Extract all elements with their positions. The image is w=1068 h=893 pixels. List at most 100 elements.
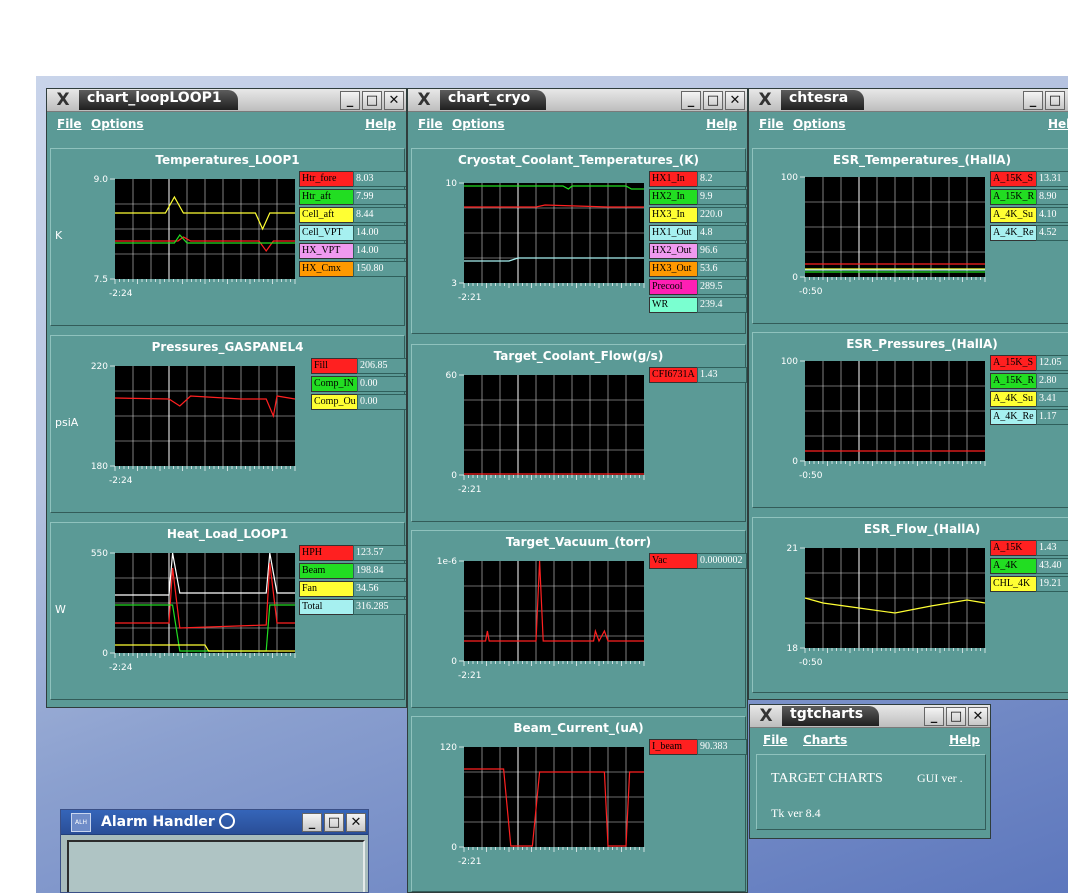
menu-help[interactable]: Help <box>949 733 980 747</box>
menu-file[interactable]: File <box>759 117 784 131</box>
title-bar[interactable]: X chtesra _ □ <box>749 89 1068 112</box>
minimize-button[interactable]: _ <box>924 707 944 726</box>
chart-plot: 60 0-2:21 <box>446 371 645 495</box>
legend-series-button[interactable]: I_beam <box>649 739 699 755</box>
legend-series-button[interactable]: Fill <box>311 358 359 374</box>
legend-series-button[interactable]: A_15K <box>990 540 1038 556</box>
title-bar[interactable]: X tgtcharts _ □ ✕ <box>750 705 990 728</box>
title-bar[interactable]: X chart_cryo _ □ ✕ <box>408 89 747 112</box>
legend-series-button[interactable]: WR <box>649 297 699 313</box>
info-panel: TARGET CHARTS GUI ver . Tk ver 8.4 <box>756 754 986 830</box>
y-tick-label-min: 18 <box>787 644 799 654</box>
window-menu-icon[interactable]: X <box>412 91 436 109</box>
legend-series-button[interactable]: Htr_fore <box>299 171 355 187</box>
menu-file[interactable]: File <box>763 733 788 747</box>
x-tick-label-start: -0:50 <box>799 287 823 297</box>
menu-options[interactable]: Options <box>91 117 144 131</box>
minimize-button[interactable]: _ <box>1023 91 1043 110</box>
legend-series-button[interactable]: Total <box>299 599 355 615</box>
y-tick-label-max: 120 <box>440 743 457 753</box>
legend-series-button[interactable]: CFI6731A <box>649 367 699 383</box>
legend-series-button[interactable]: HX2_In <box>649 189 699 205</box>
maximize-button[interactable]: □ <box>1045 91 1065 110</box>
menu-help[interactable]: Help <box>365 117 396 131</box>
legend-series-button[interactable]: A_4K_Su <box>990 207 1038 223</box>
menu-file[interactable]: File <box>57 117 82 131</box>
maximize-button[interactable]: □ <box>946 707 966 726</box>
legend-series-button[interactable]: HX_VPT <box>299 243 355 259</box>
legend-value: 53.6 <box>697 261 747 277</box>
legend-series-button[interactable]: Precool <box>649 279 699 295</box>
legend-value: 3.41 <box>1036 391 1068 407</box>
legend-series-button[interactable]: HX3_Out <box>649 261 699 277</box>
title-bar[interactable]: X chart_loopLOOP1 _ □ ✕ <box>47 89 406 112</box>
chart-plot: 10 3-2:21 <box>446 179 645 303</box>
legend-series-button[interactable]: Vac <box>649 553 699 569</box>
legend-series-button[interactable]: Comp_IN <box>311 376 359 392</box>
legend-series-button[interactable]: A_15K_S <box>990 355 1038 371</box>
minimize-button[interactable]: _ <box>681 91 701 110</box>
legend-value: 12.05 <box>1036 355 1068 371</box>
chart-panel-temperatures-loop1: Temperatures_LOOP1 K 9.0 7.5 -2:24 Htr_fore 8.… <box>50 148 406 326</box>
legend-series-button[interactable]: Comp_Ou <box>311 394 359 410</box>
window-menu-icon[interactable]: X <box>753 91 777 109</box>
legend-series-button[interactable]: HX1_Out <box>649 225 699 241</box>
chart-title: Beam_Current_(uA) <box>513 721 644 735</box>
legend-series-button[interactable]: Beam <box>299 563 355 579</box>
chart-title: ESR_Temperatures_(HallA) <box>832 153 1012 167</box>
legend-series-button[interactable]: HX3_In <box>649 207 699 223</box>
window-chtesra: X chtesra _ □ File Options Help ESR_Temp… <box>748 88 1068 700</box>
window-menu-icon[interactable]: X <box>51 91 75 109</box>
window-alarm-handler: ALH Alarm Handler _ □ ✕ <box>60 809 369 893</box>
minimize-button[interactable]: _ <box>302 813 322 832</box>
y-tick-label-min: 7.5 <box>94 275 108 285</box>
legend-value: 7.99 <box>353 189 406 205</box>
close-button[interactable]: ✕ <box>384 91 404 110</box>
menu-file[interactable]: File <box>418 117 443 131</box>
chart-panel-target-vacuum: Target_Vacuum_(torr) 1e-6 0 -2:21 Vac 0.00000… <box>411 530 747 708</box>
chart-plot: 120 0-2:21 <box>440 743 645 867</box>
menu-bar: File Options Help <box>749 112 1068 136</box>
legend-series-button[interactable]: Htr_aft <box>299 189 355 205</box>
y-tick-label-max: 21 <box>787 544 798 554</box>
y-tick-label-min: 0 <box>102 649 108 659</box>
legend-series-button[interactable]: A_15K_S <box>990 171 1038 187</box>
legend-value: 123.57 <box>353 545 406 561</box>
legend-value: 8.44 <box>353 207 406 223</box>
legend-series-button[interactable]: A_4K <box>990 558 1038 574</box>
legend-series-button[interactable]: A_15K_R <box>990 373 1038 389</box>
legend-series-button[interactable]: A_4K_Su <box>990 391 1038 407</box>
maximize-button[interactable]: □ <box>324 813 344 832</box>
legend-series-button[interactable]: HX1_In <box>649 171 699 187</box>
legend-series-button[interactable]: Fan <box>299 581 355 597</box>
menu-options[interactable]: Options <box>452 117 505 131</box>
title-bar[interactable]: ALH Alarm Handler _ □ ✕ <box>61 810 368 835</box>
close-button[interactable]: ✕ <box>346 813 366 832</box>
legend-series-button[interactable]: HPH <box>299 545 355 561</box>
close-button[interactable]: ✕ <box>725 91 745 110</box>
legend-series-button[interactable]: A_4K_Re <box>990 225 1038 241</box>
chart-plot: 1e-6 0-2:21 <box>437 557 645 681</box>
minimize-button[interactable]: _ <box>340 91 360 110</box>
menu-help[interactable]: Help <box>706 117 737 131</box>
sticky-icon[interactable] <box>219 813 235 829</box>
maximize-button[interactable]: □ <box>703 91 723 110</box>
legend-series-button[interactable]: HX_Cmx <box>299 261 355 277</box>
chart-panel-heat-load-loop1: Heat_Load_LOOP1 W 550 0 -2:24 HPH 123.57 Beam 19… <box>50 522 406 700</box>
legend-series-button[interactable]: CHL_4K <box>990 576 1038 592</box>
menu-charts[interactable]: Charts <box>803 733 847 747</box>
window-menu-icon[interactable]: X <box>754 707 778 725</box>
close-button[interactable]: ✕ <box>968 707 988 726</box>
alarm-app-icon[interactable]: ALH <box>71 813 91 832</box>
legend-series-button[interactable]: A_15K_R <box>990 189 1038 205</box>
legend-series-button[interactable]: Cell_aft <box>299 207 355 223</box>
legend-value: 289.5 <box>697 279 747 295</box>
menu-help[interactable]: Help <box>1048 117 1068 131</box>
legend-series-button[interactable]: Cell_VPT <box>299 225 355 241</box>
menu-options[interactable]: Options <box>793 117 846 131</box>
chart-plot: 21 18-0:50 <box>787 544 986 668</box>
legend-series-button[interactable]: A_4K_Re <box>990 409 1038 425</box>
legend-series-button[interactable]: HX2_Out <box>649 243 699 259</box>
maximize-button[interactable]: □ <box>362 91 382 110</box>
y-tick-label-min: 180 <box>91 462 108 472</box>
